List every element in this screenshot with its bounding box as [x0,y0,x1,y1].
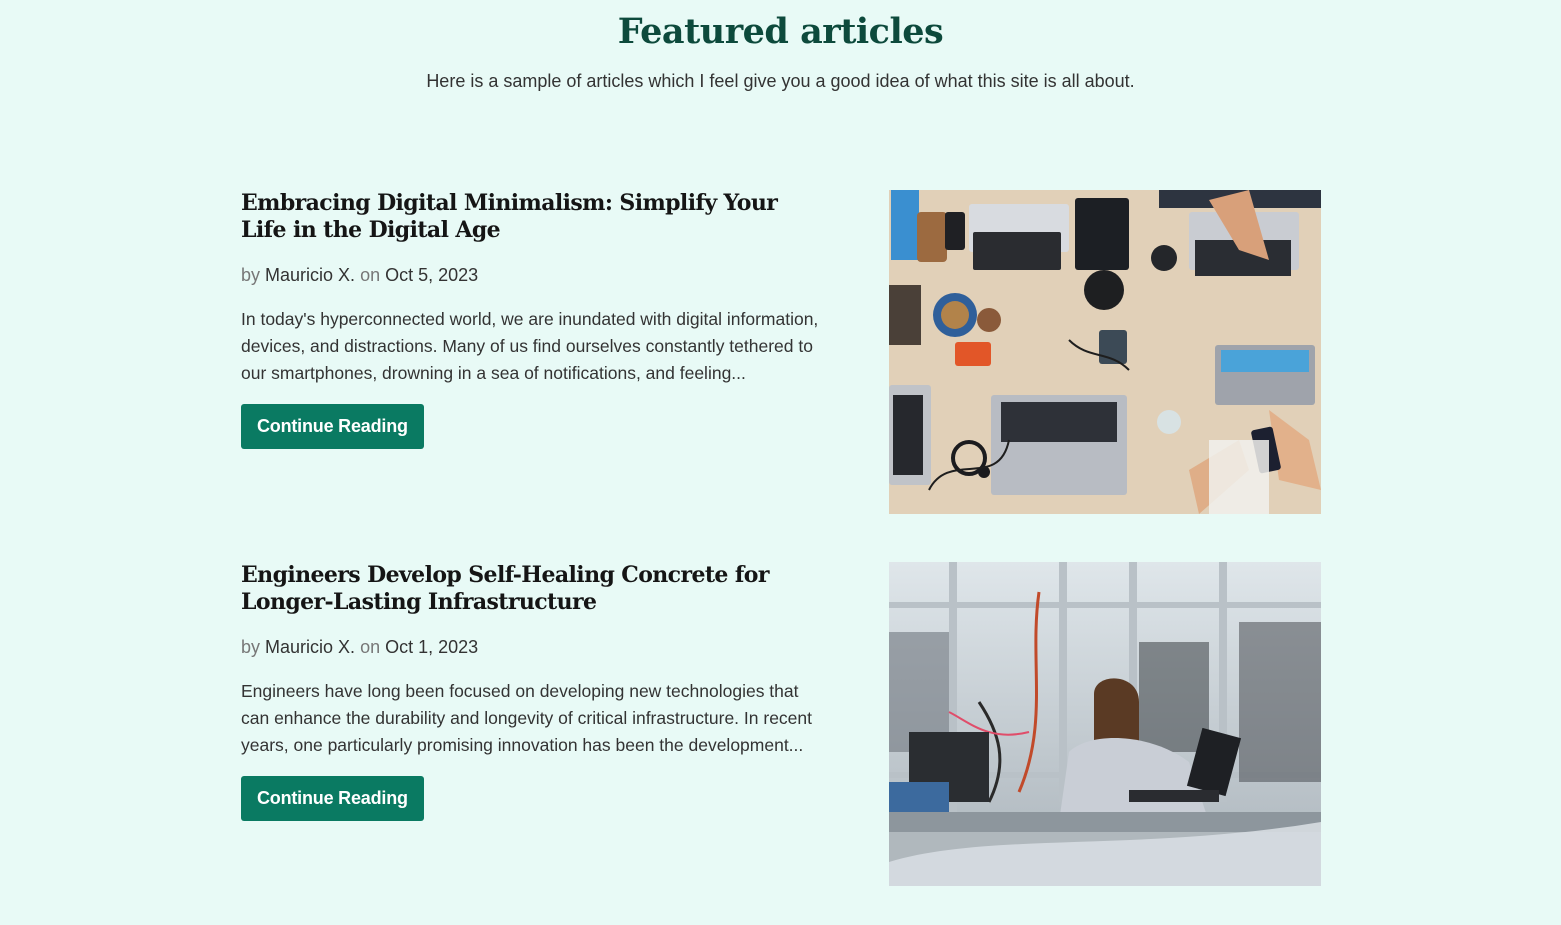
article-card: Embracing Digital Minimalism: Simplify Y… [241,190,1321,514]
article-text: Embracing Digital Minimalism: Simplify Y… [241,190,826,449]
section-intro: Here is a sample of articles which I fee… [426,71,1135,91]
continue-reading-button[interactable]: Continue Reading [241,776,424,821]
article-title[interactable]: Embracing Digital Minimalism: Simplify Y… [241,190,821,244]
article-excerpt: In today's hyperconnected world, we are … [241,309,819,383]
article-image-lab[interactable] [889,562,1321,886]
post-date: Oct 1, 2023 [385,637,479,657]
article-excerpt: Engineers have long been focused on deve… [241,681,813,755]
desk-photo-illustration [889,190,1321,514]
on-label: on [360,265,381,285]
article-title[interactable]: Engineers Develop Self-Healing Concrete … [241,562,821,616]
on-label: on [360,637,381,657]
article-meta: by Mauricio X. on Oct 5, 2023 [241,263,826,287]
post-date: Oct 5, 2023 [385,265,479,285]
author-name[interactable]: Mauricio X. [265,637,355,657]
by-label: by [241,265,261,285]
article-card: Engineers Develop Self-Healing Concrete … [241,562,1321,886]
lab-photo-illustration [889,562,1321,886]
article-text: Engineers Develop Self-Healing Concrete … [241,562,826,821]
continue-reading-button[interactable]: Continue Reading [241,404,424,449]
section-title: Featured articles [617,11,944,52]
article-image-desk[interactable] [889,190,1321,514]
by-label: by [241,637,261,657]
article-meta: by Mauricio X. on Oct 1, 2023 [241,635,826,659]
author-name[interactable]: Mauricio X. [265,265,355,285]
